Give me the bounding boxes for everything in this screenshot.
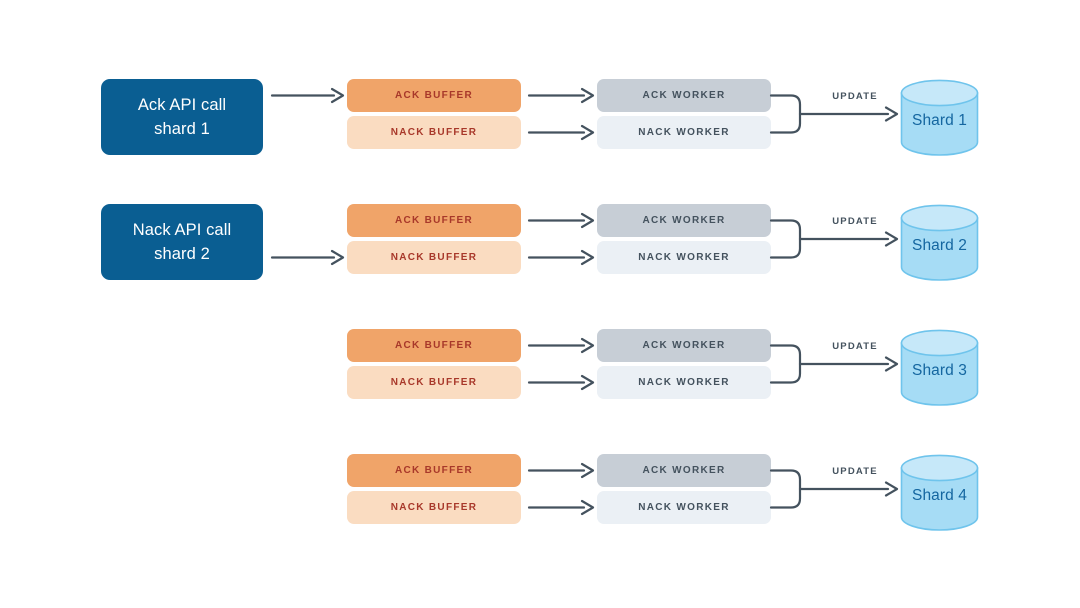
pipeline-row: Ack API call shard 1 ACK BUFFER NACK BUFFE… <box>0 79 1080 204</box>
shard-cylinder[interactable]: Shard 1 <box>900 79 979 156</box>
pipeline-diagram: Ack API call shard 1 ACK BUFFER NACK BUFFE… <box>0 0 1080 608</box>
nack-worker-label: NACK WORKER <box>638 252 730 263</box>
ack-worker-box[interactable]: ACK WORKER <box>597 204 771 237</box>
nack-buffer-label: NACK BUFFER <box>390 252 478 263</box>
nack-worker-label: NACK WORKER <box>638 377 730 388</box>
nack-buffer-to-worker-arrow <box>527 499 595 516</box>
ack-worker-label: ACK WORKER <box>642 465 726 476</box>
nack-worker-box[interactable]: NACK WORKER <box>597 491 771 524</box>
ack-buffer-label: ACK BUFFER <box>395 340 473 351</box>
nack-worker-label: NACK WORKER <box>638 127 730 138</box>
ack-worker-label: ACK WORKER <box>642 90 726 101</box>
shard-label: Shard 3 <box>912 362 967 379</box>
api-call-label: Nack API call shard 2 <box>132 221 232 263</box>
update-label: UPDATE <box>832 216 878 227</box>
ack-buffer-label: ACK BUFFER <box>395 215 473 226</box>
nack-buffer-label: NACK BUFFER <box>390 127 478 138</box>
ack-buffer-label: ACK BUFFER <box>395 465 473 476</box>
ack-buffer-box[interactable]: ACK BUFFER <box>347 454 521 487</box>
pipeline-row: ACK BUFFER NACK BUFFER ACK WORKER NACK WORK… <box>0 329 1080 454</box>
nack-buffer-box[interactable]: NACK BUFFER <box>347 491 521 524</box>
nack-buffer-box[interactable]: NACK BUFFER <box>347 116 521 149</box>
shard-label: Shard 4 <box>912 487 967 504</box>
ack-buffer-to-worker-arrow <box>527 212 595 229</box>
nack-buffer-box[interactable]: NACK BUFFER <box>347 241 521 274</box>
update-label: UPDATE <box>832 91 878 102</box>
ack-buffer-box[interactable]: ACK BUFFER <box>347 79 521 112</box>
update-label: UPDATE <box>832 341 878 352</box>
ack-worker-box[interactable]: ACK WORKER <box>597 79 771 112</box>
shard-label: Shard 1 <box>912 112 967 129</box>
nack-worker-box[interactable]: NACK WORKER <box>597 241 771 274</box>
nack-buffer-box[interactable]: NACK BUFFER <box>347 366 521 399</box>
ack-buffer-to-worker-arrow <box>527 337 595 354</box>
nack-buffer-to-worker-arrow <box>527 374 595 391</box>
api-call-arrow <box>270 249 345 266</box>
ack-worker-box[interactable]: ACK WORKER <box>597 329 771 362</box>
nack-worker-box[interactable]: NACK WORKER <box>597 116 771 149</box>
api-call-arrow <box>270 87 345 104</box>
api-call-box[interactable]: Ack API call shard 1 <box>101 79 263 155</box>
nack-worker-label: NACK WORKER <box>638 502 730 513</box>
update-label: UPDATE <box>832 466 878 477</box>
ack-buffer-to-worker-arrow <box>527 462 595 479</box>
ack-worker-label: ACK WORKER <box>642 340 726 351</box>
shard-cylinder[interactable]: Shard 3 <box>900 329 979 406</box>
nack-buffer-to-worker-arrow <box>527 249 595 266</box>
ack-buffer-label: ACK BUFFER <box>395 90 473 101</box>
pipeline-row: Nack API call shard 2 ACK BUFFER NACK BUFF… <box>0 204 1080 329</box>
ack-worker-label: ACK WORKER <box>642 215 726 226</box>
ack-buffer-box[interactable]: ACK BUFFER <box>347 204 521 237</box>
api-call-box[interactable]: Nack API call shard 2 <box>101 204 263 280</box>
ack-buffer-box[interactable]: ACK BUFFER <box>347 329 521 362</box>
api-call-label: Ack API call shard 1 <box>137 96 227 138</box>
nack-buffer-to-worker-arrow <box>527 124 595 141</box>
shard-cylinder[interactable]: Shard 4 <box>900 454 979 531</box>
ack-buffer-to-worker-arrow <box>527 87 595 104</box>
nack-buffer-label: NACK BUFFER <box>390 377 478 388</box>
shard-label: Shard 2 <box>912 237 967 254</box>
shard-cylinder[interactable]: Shard 2 <box>900 204 979 281</box>
nack-worker-box[interactable]: NACK WORKER <box>597 366 771 399</box>
pipeline-row: ACK BUFFER NACK BUFFER ACK WORKER NACK WORK… <box>0 454 1080 579</box>
nack-buffer-label: NACK BUFFER <box>390 502 478 513</box>
ack-worker-box[interactable]: ACK WORKER <box>597 454 771 487</box>
